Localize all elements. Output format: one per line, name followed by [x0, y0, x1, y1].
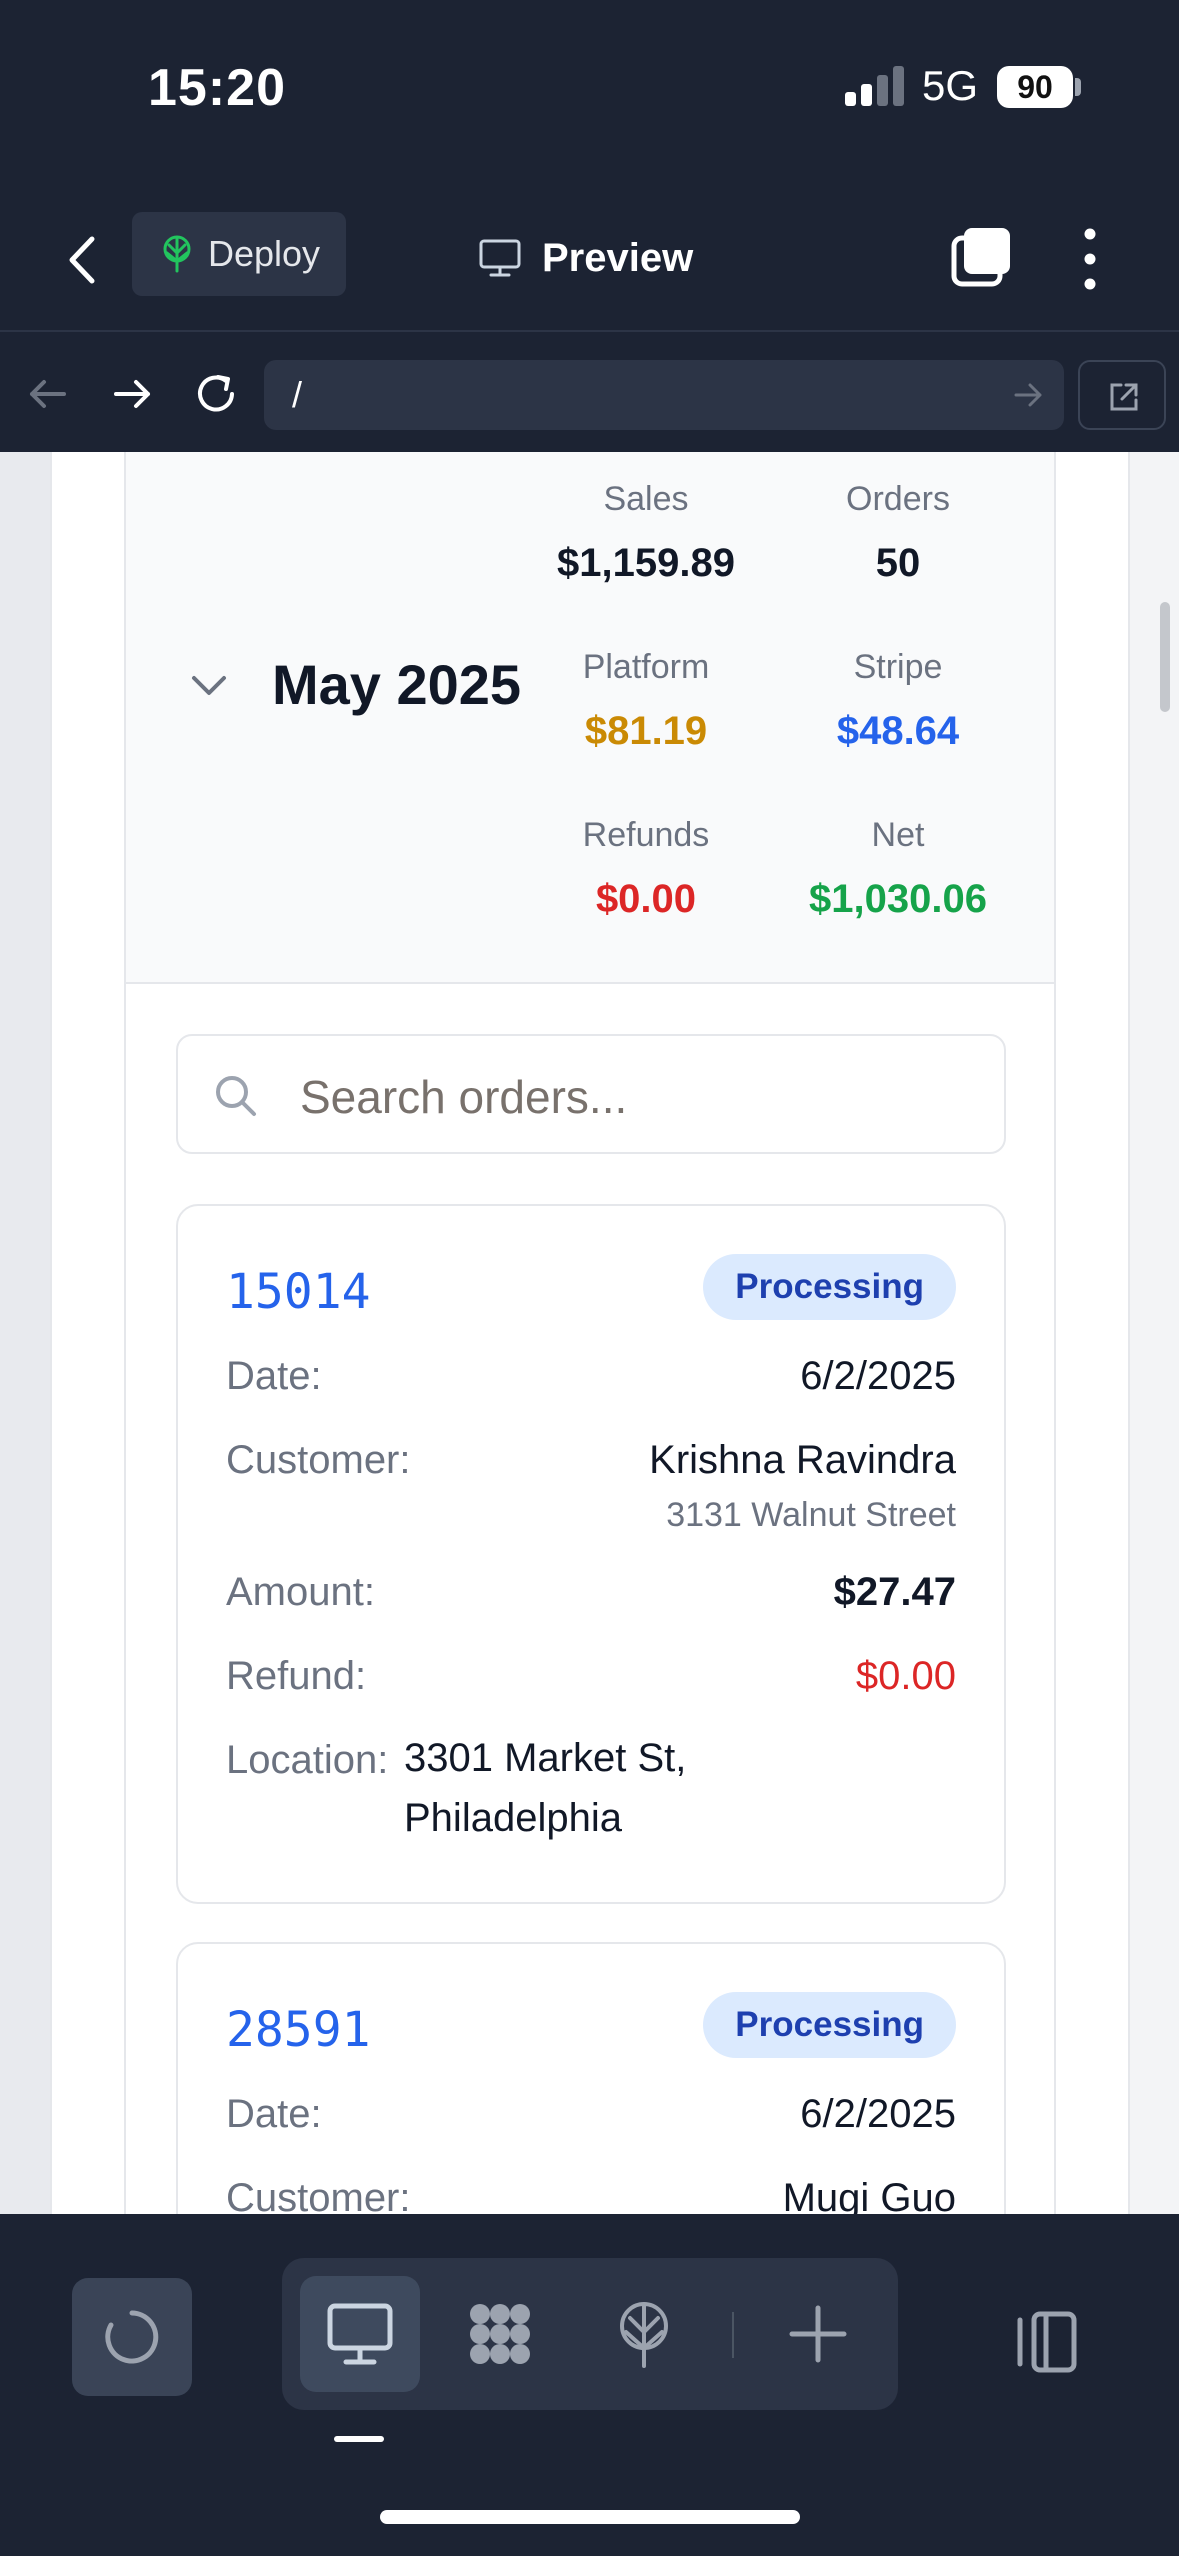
refund-label: Refund: [226, 1654, 367, 1698]
add-icon[interactable] [782, 2298, 854, 2370]
status-badge: Processing [703, 1254, 956, 1320]
external-link-icon [1110, 383, 1138, 411]
location-line-1: 3301 Market St, [404, 1736, 687, 1780]
loading-spinner-icon [105, 2310, 159, 2364]
stat-net-value: $1,030.06 [809, 877, 987, 921]
stat-stripe-value: $48.64 [836, 709, 960, 753]
customer-name: Mugi Guo [782, 2176, 956, 2214]
deploy-tree-icon[interactable] [608, 2298, 680, 2370]
stat-orders-value: 50 [875, 541, 921, 585]
active-tab-indicator [334, 2436, 384, 2442]
order-id-link[interactable]: 15014 [226, 1264, 371, 1320]
stat-platform-value: $81.19 [584, 709, 708, 753]
order-card[interactable]: 28591 Processing Date: 6/2/2025 Customer… [176, 1942, 1006, 2214]
scrollbar[interactable] [1160, 602, 1170, 712]
customer-name: Krishna Ravindra [649, 1438, 956, 1482]
split-view-icon[interactable] [1010, 2306, 1082, 2378]
reload-icon[interactable] [188, 366, 244, 422]
month-panel: May 2025 Sales $1,159.89 Orders 50 Platf… [124, 452, 1056, 2214]
customer-address: 3131 Walnut Street [666, 1496, 956, 1534]
arrow-right-icon[interactable] [104, 366, 160, 422]
stat-stripe: Stripe $48.64 [778, 648, 1018, 754]
stat-orders-label: Orders [846, 480, 950, 518]
order-id-link[interactable]: 28591 [226, 2002, 371, 2058]
stat-platform: Platform $81.19 [526, 648, 766, 754]
stat-net-label: Net [871, 816, 925, 854]
left-gutter [0, 452, 50, 2214]
url-text: / [292, 374, 303, 415]
stat-sales-label: Sales [603, 480, 689, 518]
component-grid-icon[interactable] [464, 2298, 536, 2370]
status-time: 15:20 [148, 59, 286, 117]
stat-refunds-value: $0.00 [595, 877, 697, 921]
preview-label: Preview [542, 235, 694, 280]
more-vertical-icon[interactable] [1070, 224, 1110, 294]
back-icon[interactable] [50, 225, 120, 295]
stat-stripe-label: Stripe [853, 648, 943, 686]
page-content[interactable]: May 2025 Sales $1,159.89 Orders 50 Platf… [0, 452, 1179, 2214]
search-placeholder: Search orders... [300, 1071, 628, 1123]
date-label: Date: [226, 2092, 322, 2136]
search-icon [216, 1076, 256, 1116]
order-card[interactable]: 15014 Processing Date: 6/2/2025 Customer… [176, 1204, 1006, 1904]
date-label: Date: [226, 1354, 322, 1398]
status-badge: Processing [703, 1992, 956, 2058]
stat-refunds: Refunds $0.00 [526, 816, 766, 922]
open-external-button[interactable] [1078, 360, 1166, 430]
date-value: 6/2/2025 [800, 2092, 956, 2136]
location-label: Location: [226, 1738, 389, 1782]
desktop-view-button[interactable] [300, 2276, 420, 2392]
arrow-left-icon[interactable] [20, 366, 76, 422]
amount-label: Amount: [226, 1570, 375, 1614]
monitor-icon [327, 2303, 393, 2365]
location-line-2: Philadelphia [404, 1796, 622, 1840]
preview-tab[interactable]: Preview [478, 228, 693, 288]
toolbar-divider [732, 2312, 734, 2358]
bottom-toolbar [0, 2214, 1179, 2556]
date-value: 6/2/2025 [800, 1354, 956, 1398]
stat-platform-label: Platform [582, 648, 710, 686]
customer-label: Customer: [226, 1438, 411, 1482]
network-type: 5G [922, 62, 979, 109]
stat-refunds-label: Refunds [582, 816, 710, 854]
battery-icon: 90 [997, 66, 1073, 108]
customer-label: Customer: [226, 2176, 411, 2214]
view-switcher [282, 2258, 898, 2410]
url-bar: / [0, 330, 1179, 452]
deploy-tree-icon [163, 235, 191, 273]
battery-tip [1075, 78, 1081, 96]
status-bar: 15:20 5G 90 [0, 0, 1179, 180]
month-summary[interactable]: May 2025 Sales $1,159.89 Orders 50 Platf… [126, 452, 1054, 984]
month-title: May 2025 [272, 653, 522, 716]
stat-net: Net $1,030.06 [778, 816, 1018, 922]
search-input[interactable]: Search orders... [176, 1034, 1006, 1154]
location-value: 3301 Market St, Philadelphia [404, 1728, 764, 1848]
stat-sales: Sales $1,159.89 [526, 480, 766, 586]
go-arrow-icon[interactable] [1010, 377, 1046, 413]
signal-icon [845, 64, 905, 106]
deploy-button[interactable]: Deploy [132, 212, 346, 296]
chevron-down-icon[interactable] [186, 662, 232, 708]
deploy-label: Deploy [208, 233, 321, 274]
refund-value: $0.00 [855, 1654, 956, 1698]
amount-value: $27.47 [833, 1570, 956, 1614]
monitor-icon [479, 239, 521, 277]
url-input[interactable]: / [264, 360, 1064, 430]
stat-orders: Orders 50 [778, 480, 1018, 586]
stat-sales-value: $1,159.89 [557, 541, 735, 585]
loading-button[interactable] [72, 2278, 192, 2396]
home-indicator[interactable] [380, 2510, 800, 2524]
app-header: Deploy Preview [0, 180, 1179, 330]
tabs-icon[interactable] [948, 224, 1014, 290]
